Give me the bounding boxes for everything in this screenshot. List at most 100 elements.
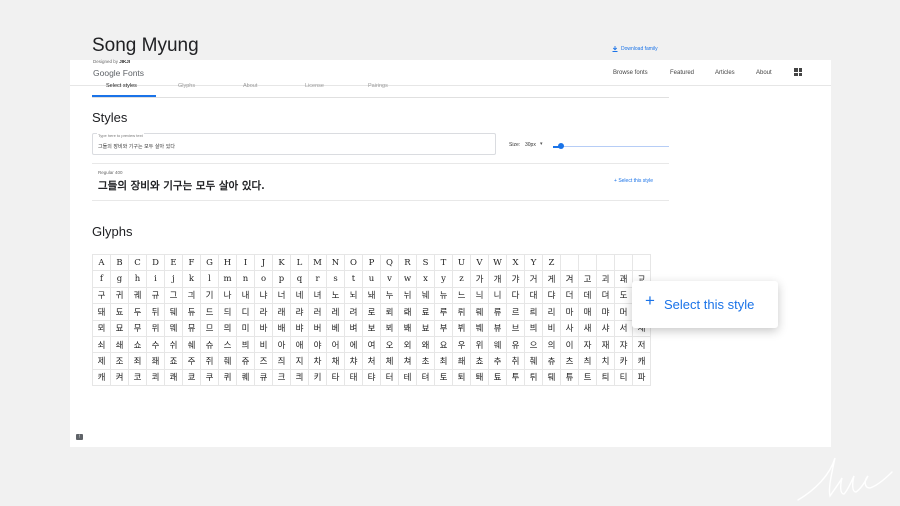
glyph-cell[interactable] (561, 255, 579, 272)
glyph-cell[interactable]: 키 (309, 369, 327, 387)
glyph-cell[interactable]: j (165, 271, 183, 288)
glyph-cell[interactable]: g (111, 271, 129, 288)
glyph-cell[interactable]: 뱌 (291, 320, 309, 337)
glyph-cell[interactable]: 쇄 (111, 336, 129, 354)
glyph-cell[interactable]: 레 (327, 304, 345, 321)
glyph-cell[interactable]: 킈 (291, 369, 309, 387)
glyph-cell[interactable]: 려 (345, 304, 363, 321)
glyph-cell[interactable]: 데 (579, 287, 597, 305)
glyph-cell[interactable]: o (255, 271, 273, 288)
glyph-cell[interactable]: 초 (417, 353, 435, 370)
glyph-cell[interactable]: 듀 (183, 304, 201, 321)
glyph-cell[interactable]: 료 (417, 304, 435, 321)
glyph-cell[interactable]: 요 (435, 336, 453, 354)
glyph-cell[interactable]: 챠 (345, 353, 363, 370)
glyph-cell[interactable]: 퇘 (471, 369, 489, 387)
glyph-cell[interactable]: m (219, 271, 237, 288)
glyph-cell[interactable]: x (417, 271, 435, 288)
glyph-cell[interactable]: w (399, 271, 417, 288)
glyph-cell[interactable]: 뉘 (399, 287, 417, 305)
glyph-cell[interactable] (597, 255, 615, 272)
glyph-cell[interactable]: s (327, 271, 345, 288)
preview-text-input[interactable]: Type here to preview text 그들의 장비와 기구는 모두… (92, 133, 496, 155)
glyph-cell[interactable]: 머 (615, 304, 633, 321)
glyph-cell[interactable]: 사 (561, 320, 579, 337)
glyph-cell[interactable]: 너 (273, 287, 291, 305)
glyph-cell[interactable]: 매 (579, 304, 597, 321)
glyph-cell[interactable]: 돼 (93, 304, 111, 321)
glyph-cell[interactable]: 츄 (543, 353, 561, 370)
glyph-cell[interactable]: 죠 (165, 353, 183, 370)
glyph-cell[interactable]: 쵀 (453, 353, 471, 370)
glyph-cell[interactable]: S (417, 255, 435, 272)
glyph-cell[interactable]: 조 (111, 353, 129, 370)
glyph-cell[interactable]: 대 (525, 287, 543, 305)
glyph-cell[interactable]: R (399, 255, 417, 272)
glyph-cell[interactable]: 지 (291, 353, 309, 370)
glyph-cell[interactable]: 러 (309, 304, 327, 321)
glyph-cell[interactable]: 괘 (615, 271, 633, 288)
glyph-cell[interactable]: 왜 (417, 336, 435, 354)
glyph-cell[interactable]: p (273, 271, 291, 288)
glyph-cell[interactable]: 으 (525, 336, 543, 354)
glyph-cell[interactable]: 퇴 (453, 369, 471, 387)
tab-license[interactable]: License (305, 83, 324, 89)
glyph-cell[interactable]: 루 (435, 304, 453, 321)
glyph-cell[interactable]: U (453, 255, 471, 272)
glyph-cell[interactable]: 서 (615, 320, 633, 337)
glyph-cell[interactable]: t (345, 271, 363, 288)
glyph-cell[interactable]: 줴 (219, 353, 237, 370)
glyph-cell[interactable]: 처 (363, 353, 381, 370)
glyph-cell[interactable]: 터 (381, 369, 399, 387)
glyph-cell[interactable]: G (201, 255, 219, 272)
glyph-cell[interactable]: 쾌 (165, 369, 183, 387)
glyph-cell[interactable] (615, 255, 633, 272)
select-style-button[interactable]: + Select this style (614, 178, 653, 184)
glyph-cell[interactable]: 뉴 (435, 287, 453, 305)
glyph-cell[interactable]: 묘 (111, 320, 129, 337)
glyph-cell[interactable]: 쥬 (237, 353, 255, 370)
glyph-cell[interactable]: 야 (309, 336, 327, 354)
glyph-cell[interactable]: 좨 (147, 353, 165, 370)
glyph-cell[interactable]: 뢰 (381, 304, 399, 321)
glyph-cell[interactable]: 뒈 (165, 304, 183, 321)
glyph-cell[interactable]: 캐 (93, 369, 111, 387)
glyph-cell[interactable]: h (129, 271, 147, 288)
glyph-cell[interactable]: 퉤 (543, 369, 561, 387)
glyph-cell[interactable]: 가 (471, 271, 489, 288)
glyph-cell[interactable]: 무 (129, 320, 147, 337)
glyph-cell[interactable]: 니 (489, 287, 507, 305)
glyph-cell[interactable]: 스 (219, 336, 237, 354)
glyph-cell[interactable]: 텨 (417, 369, 435, 387)
glyph-cell[interactable]: 괴 (597, 271, 615, 288)
glyph-cell[interactable]: 주 (183, 353, 201, 370)
glyph-cell[interactable]: 티 (615, 369, 633, 387)
glyph-cell[interactable]: 로 (363, 304, 381, 321)
glyph-cell[interactable]: 제 (93, 353, 111, 370)
glyph-cell[interactable]: 기 (201, 287, 219, 305)
glyph-cell[interactable]: 오 (381, 336, 399, 354)
glyph-cell[interactable]: 애 (291, 336, 309, 354)
glyph-cell[interactable]: E (165, 255, 183, 272)
glyph-cell[interactable]: 네 (291, 287, 309, 305)
glyph-cell[interactable]: A (93, 255, 111, 272)
glyph-cell[interactable]: 궤 (129, 287, 147, 305)
glyph-cell[interactable]: 외 (399, 336, 417, 354)
glyph-cell[interactable]: 새 (579, 320, 597, 337)
glyph-cell[interactable]: 이 (561, 336, 579, 354)
glyph-cell[interactable]: 아 (273, 336, 291, 354)
glyph-cell[interactable]: 차 (309, 353, 327, 370)
glyph-cell[interactable]: 캐 (633, 353, 651, 370)
glyph-cell[interactable]: n (237, 271, 255, 288)
glyph-cell[interactable]: W (489, 255, 507, 272)
glyph-cell[interactable]: 뵤 (417, 320, 435, 337)
caret-down-icon[interactable]: ▾ (540, 141, 543, 147)
glyph-cell[interactable]: 즤 (273, 353, 291, 370)
glyph-cell[interactable]: 믜 (219, 320, 237, 337)
glyph-cell[interactable]: 어 (327, 336, 345, 354)
glyph-cell[interactable]: 뮈 (147, 320, 165, 337)
glyph-cell[interactable]: 류 (489, 304, 507, 321)
glyph-cell[interactable]: 치 (597, 353, 615, 370)
glyph-cell[interactable]: 취 (507, 353, 525, 370)
glyph-cell[interactable]: 탸 (363, 369, 381, 387)
